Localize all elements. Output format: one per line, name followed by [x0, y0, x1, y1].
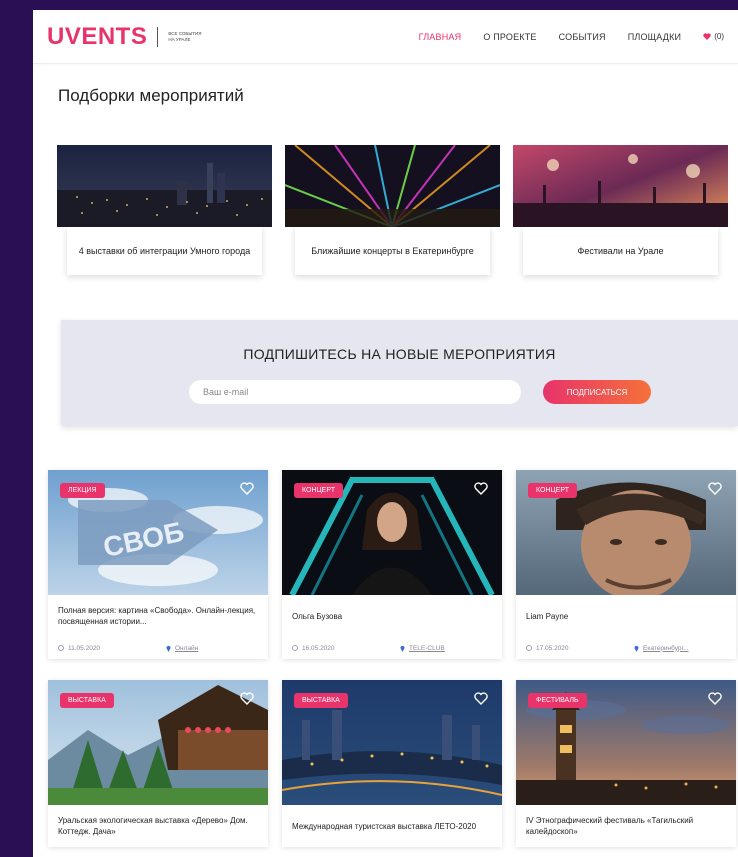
site-header: UVENTS ВСЕ СОБЫТИЯ НА УРАЛЕ ГЛАВНАЯ О ПР… [33, 10, 738, 64]
event-card[interactable]: ВЫСТАВКА Уральская экологическая выставк… [48, 680, 268, 847]
collections-title: Подборки мероприятий [58, 86, 244, 105]
page: UVENTS ВСЕ СОБЫТИЯ НА УРАЛЕ ГЛАВНАЯ О ПР… [33, 10, 738, 857]
event-title: Liam Payne [526, 611, 569, 621]
event-date-text: 11.05.2020 [68, 644, 101, 652]
event-meta: 16.05.2020 TELE-CLUB [282, 637, 502, 659]
event-place-text: TELE-CLUB [409, 644, 445, 652]
category-badge: ВЫСТАВКА [60, 693, 114, 708]
event-card[interactable]: ВЫСТАВКА Международная туристская выстав… [282, 680, 502, 847]
event-place-text: Екатеринбург... [643, 644, 689, 652]
subscribe-button[interactable]: ПОДПИСАТЬСЯ [543, 380, 651, 404]
logo-tagline: ВСЕ СОБЫТИЯ НА УРАЛЕ [168, 31, 202, 42]
favorites-link[interactable]: (0) [703, 32, 724, 41]
event-photo: ФЕСТИВАЛЬ [516, 680, 736, 805]
event-title: Международная туристская выставка ЛЕТО-2… [292, 821, 477, 831]
nav-item-home[interactable]: ГЛАВНАЯ [419, 32, 462, 42]
event-title: Ольга Бузова [292, 611, 343, 621]
heart-icon[interactable] [708, 692, 722, 705]
collection-caption: Фестивали на Урале [523, 227, 718, 275]
nav-item-about[interactable]: О ПРОЕКТЕ [483, 32, 536, 42]
heart-icon[interactable] [474, 482, 488, 495]
event-photo: КОНЦЕРТ [282, 470, 502, 595]
collection-caption: Ближайшие концерты в Екатеринбурге [295, 227, 490, 275]
clock-icon [292, 645, 298, 651]
category-badge: ФЕСТИВАЛЬ [528, 693, 587, 708]
event-card[interactable]: ФЕСТИВАЛЬ IV Этнографический фестиваль «… [516, 680, 736, 847]
collections-row: 4 выставки об интеграции Умного города Б… [57, 145, 728, 275]
heart-icon [703, 33, 711, 40]
collection-card[interactable]: 4 выставки об интеграции Умного города [57, 145, 272, 275]
category-badge: КОНЦЕРТ [294, 483, 343, 498]
main-nav: ГЛАВНАЯ О ПРОЕКТЕ СОБЫТИЯ ПЛОЩАДКИ (0) [397, 32, 724, 42]
event-meta: 11.05.2020 Онлайн [48, 637, 268, 659]
event-title: IV Этнографический фестиваль «Тагильский… [526, 816, 694, 836]
nav-item-events[interactable]: СОБЫТИЯ [559, 32, 606, 42]
event-photo: СВОБ ЛЕКЦИЯ [48, 470, 268, 595]
subscribe-panel: ПОДПИШИТЕСЬ НА НОВЫЕ МЕРОПРИЯТИЯ ПОДПИСА… [61, 320, 738, 426]
event-date: 17.05.2020 [526, 645, 634, 652]
heart-icon[interactable] [474, 692, 488, 705]
event-title: Уральская экологическая выставка «Дерево… [58, 816, 248, 836]
event-place[interactable]: TELE-CLUB [400, 645, 445, 652]
heart-icon[interactable] [240, 482, 254, 495]
clock-icon [526, 645, 532, 651]
event-photo: ВЫСТАВКА [48, 680, 268, 805]
email-field[interactable] [189, 380, 521, 404]
event-card[interactable]: КОНЦЕРТ Ольга Бузова 16.05.2020 TELE-CLU… [282, 470, 502, 659]
concert-lights-image [285, 145, 500, 227]
favorites-count: (0) [714, 32, 724, 41]
logo-divider [157, 26, 159, 47]
subscribe-title: ПОДПИШИТЕСЬ НА НОВЫЕ МЕРОПРИЯТИЯ [243, 346, 556, 362]
event-date: 11.05.2020 [58, 645, 166, 652]
event-photo: ВЫСТАВКА [282, 680, 502, 805]
location-pin-icon [400, 645, 405, 652]
event-date: 16.05.2020 [292, 645, 400, 652]
event-place[interactable]: Екатеринбург... [634, 645, 689, 652]
event-date-text: 16.05.2020 [302, 644, 335, 652]
heart-icon[interactable] [240, 692, 254, 705]
category-badge: ВЫСТАВКА [294, 693, 348, 708]
category-badge: КОНЦЕРТ [528, 483, 577, 498]
event-date-text: 17.05.2020 [536, 644, 569, 652]
event-meta: 17.05.2020 Екатеринбург... [516, 637, 736, 659]
festival-crowd-image [513, 145, 728, 227]
collection-card[interactable]: Фестивали на Урале [513, 145, 728, 275]
collection-card[interactable]: Ближайшие концерты в Екатеринбурге [285, 145, 500, 275]
collection-caption: 4 выставки об интеграции Умного города [67, 227, 262, 275]
clock-icon [58, 645, 64, 651]
event-card[interactable]: СВОБ ЛЕКЦИЯ Полная версия: картина «Своб… [48, 470, 268, 659]
location-pin-icon [166, 645, 171, 652]
event-place[interactable]: Онлайн [166, 645, 198, 652]
city-night-image [57, 145, 272, 227]
heart-icon[interactable] [708, 482, 722, 495]
location-pin-icon [634, 645, 639, 652]
logo[interactable]: UVENTS [47, 23, 147, 51]
nav-item-venues[interactable]: ПЛОЩАДКИ [628, 32, 682, 42]
event-place-text: Онлайн [175, 644, 199, 652]
category-badge: ЛЕКЦИЯ [60, 483, 105, 498]
event-card[interactable]: КОНЦЕРТ Liam Payne 17.05.2020 Екатеринбу… [516, 470, 736, 659]
event-photo: КОНЦЕРТ [516, 470, 736, 595]
event-title: Полная версия: картина «Свобода». Онлайн… [58, 606, 256, 626]
